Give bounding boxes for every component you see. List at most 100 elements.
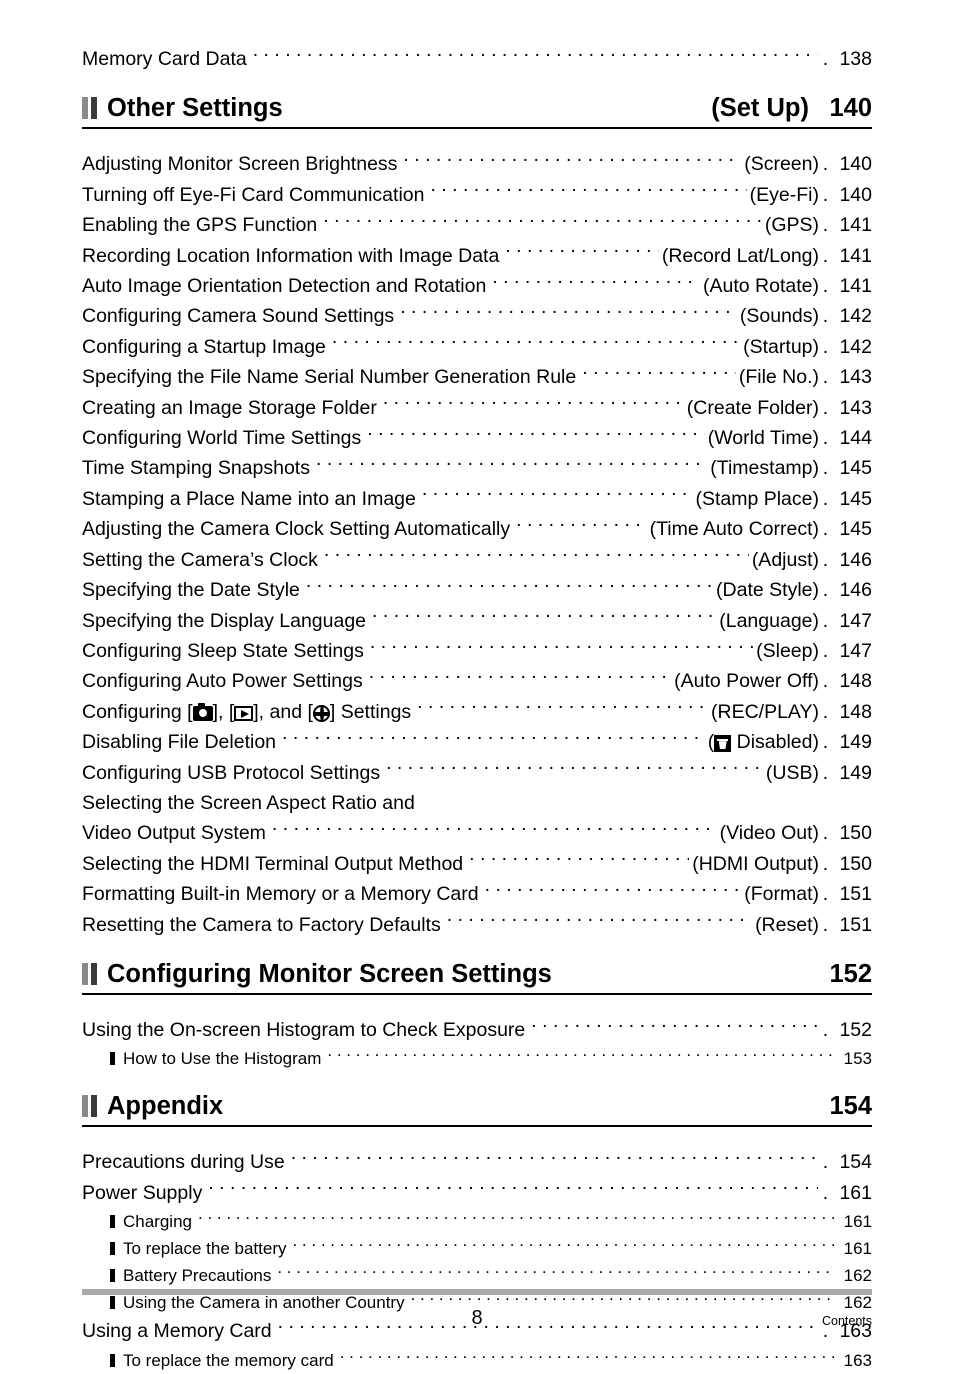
dot-leader [306,577,713,597]
toc-subentry-title: How to Use the Histogram [123,1049,322,1069]
toc-entry-page[interactable]: 140 [832,180,872,210]
toc-subentry-page[interactable]: 153 [836,1045,872,1072]
section-rule [82,992,872,995]
dot-leader [367,425,705,445]
toc-entry-page[interactable]: 141 [832,241,872,271]
toc-entry[interactable]: Specifying the File Name Serial Number G… [82,362,872,392]
toc-entry-page[interactable]: 141 [832,210,872,240]
toc-entry-page[interactable]: 161 [832,1178,872,1208]
toc-entry-recplay[interactable]: Configuring [], [], and [] Settings (REC… [82,697,872,727]
footer-section-label: Contents [821,1314,872,1328]
toc-entry-wrapped[interactable]: Video Output System (Video Out) . 150 [82,818,872,848]
toc-entry[interactable]: Adjusting the Camera Clock Setting Autom… [82,514,872,544]
toc-subentry-page[interactable]: 161 [836,1208,872,1235]
toc-entry-page[interactable]: 142 [832,332,872,362]
toc-entry-delete[interactable]: Disabling File Deletion ( Disabled) . 14… [82,727,872,757]
toc-entry-page[interactable]: 141 [832,271,872,301]
globe-icon [312,704,330,722]
toc-entry[interactable]: Power Supply . 161 [82,1178,872,1208]
toc-entry[interactable]: Setting the Camera’s Clock (Adjust) . 14… [82,545,872,575]
dot-leader [323,212,762,232]
toc-entry[interactable]: Specifying the Date Style (Date Style) .… [82,575,872,605]
toc-entry[interactable]: Turning off Eye-Fi Card Communication (E… [82,180,872,210]
toc-entry-dot: . [822,183,829,206]
toc-entry[interactable]: Auto Image Orientation Detection and Rot… [82,271,872,301]
toc-entry-page[interactable]: 145 [832,484,872,514]
toc-entry-page[interactable]: 145 [832,514,872,544]
section-header-appendix[interactable]: Appendix 154 [82,1090,872,1128]
toc-entry-page[interactable]: 151 [832,910,872,940]
toc-entry-title: Precautions during Use [82,1151,285,1174]
toc-entry-page[interactable]: 144 [832,423,872,453]
delete-key-close: Disabled) [731,731,819,754]
toc-entry-page[interactable]: 147 [832,636,872,666]
toc-entry-page[interactable]: 150 [832,849,872,879]
toc-entry[interactable]: Creating an Image Storage Folder (Create… [82,393,872,423]
toc-entry[interactable]: Adjusting Monitor Screen Brightness (Scr… [82,149,872,179]
toc-entry[interactable]: Precautions during Use . 154 [82,1147,872,1177]
toc-entry-page[interactable]: 151 [832,879,872,909]
toc-entry-page[interactable]: 152 [832,1015,872,1045]
dot-leader [492,273,700,293]
section-page[interactable]: 154 [820,1090,872,1123]
dot-leader [386,759,763,779]
toc-entry-key: (Time Auto Correct) [649,518,819,541]
toc-entry-page[interactable]: 148 [832,697,872,727]
toc-entry[interactable]: Configuring Camera Sound Settings (Sound… [82,301,872,331]
toc-subentry[interactable]: To replace the battery 161 [82,1235,872,1262]
section-header-monitor-screen-settings[interactable]: Configuring Monitor Screen Settings 152 [82,958,872,995]
toc-subentry[interactable]: How to Use the Histogram 153 [82,1045,872,1072]
toc-entry[interactable]: Memory Card Data . 138 [82,44,872,74]
toc-entry[interactable]: Configuring Auto Power Settings (Auto Po… [82,666,872,696]
toc-entry[interactable]: Configuring USB Protocol Settings (USB) … [82,758,872,788]
section-title: Appendix [107,1092,224,1121]
toc-entry-key: (HDMI Output) [692,852,819,875]
toc-entry-page[interactable]: 154 [832,1147,872,1177]
toc-entry-title: Setting the Camera’s Clock [82,548,318,571]
toc-entry-page[interactable]: 146 [832,575,872,605]
toc-subentry[interactable]: Charging 161 [82,1208,872,1235]
dot-leader [422,485,693,505]
toc-entry[interactable]: Specifying the Display Language (Languag… [82,606,872,636]
section-page[interactable]: 140 [820,92,872,125]
toc-subentry-page[interactable]: 161 [836,1235,872,1262]
toc-entry-page[interactable]: 143 [832,393,872,423]
toc-entry-page[interactable]: 142 [832,301,872,331]
toc-entry-page[interactable]: 149 [832,727,872,757]
toc-entry-page[interactable]: 150 [832,818,872,848]
toc-entry-title: Resetting the Camera to Factory Defaults [82,913,441,936]
toc-entry-page[interactable]: 140 [832,149,872,179]
toc-entry-page[interactable]: 148 [832,666,872,696]
section-header-other-settings[interactable]: Other Settings (Set Up) 140 [82,92,872,130]
toc-entry[interactable]: Recording Location Information with Imag… [82,241,872,271]
toc-entry[interactable]: Configuring a Startup Image (Startup) . … [82,332,872,362]
toc-entry-key: (Reset) [755,913,819,936]
dot-leader [505,242,659,262]
toc-entry-page[interactable]: 146 [832,545,872,575]
section-page[interactable]: 152 [820,958,872,991]
toc-entry-page[interactable]: 149 [832,758,872,788]
dot-leader [372,607,716,627]
toc-entry[interactable]: Selecting the HDMI Terminal Output Metho… [82,849,872,879]
toc-entry[interactable]: Stamping a Place Name into an Image (Sta… [82,484,872,514]
toc-entry[interactable]: Time Stamping Snapshots (Timestamp) . 14… [82,453,872,483]
dot-leader [208,1179,818,1199]
toc-entry-page[interactable]: 145 [832,453,872,483]
section-marker-icon [82,1095,98,1118]
toc-entry-title: Recording Location Information with Imag… [82,244,500,267]
toc-entry-dot: . [822,700,829,723]
section-marker-icon [82,962,98,985]
toc-entry-dot: . [822,366,829,389]
toc-entry[interactable]: Configuring World Time Settings (World T… [82,423,872,453]
toc-entry[interactable]: Using the On-screen Histogram to Check E… [82,1015,872,1045]
toc-entry-dot: . [822,457,829,480]
dot-leader [327,1047,835,1064]
toc-entry[interactable]: Configuring Sleep State Settings (Sleep)… [82,636,872,666]
toc-entry[interactable]: Formatting Built-in Memory or a Memory C… [82,879,872,909]
toc-entry-dot: . [822,670,829,693]
toc-entry-page[interactable]: 147 [832,606,872,636]
toc-entry-page[interactable]: 138 [832,44,872,74]
toc-entry-page[interactable]: 143 [832,362,872,392]
toc-entry[interactable]: Enabling the GPS Function (GPS) . 141 [82,210,872,240]
toc-entry[interactable]: Resetting the Camera to Factory Defaults… [82,910,872,940]
